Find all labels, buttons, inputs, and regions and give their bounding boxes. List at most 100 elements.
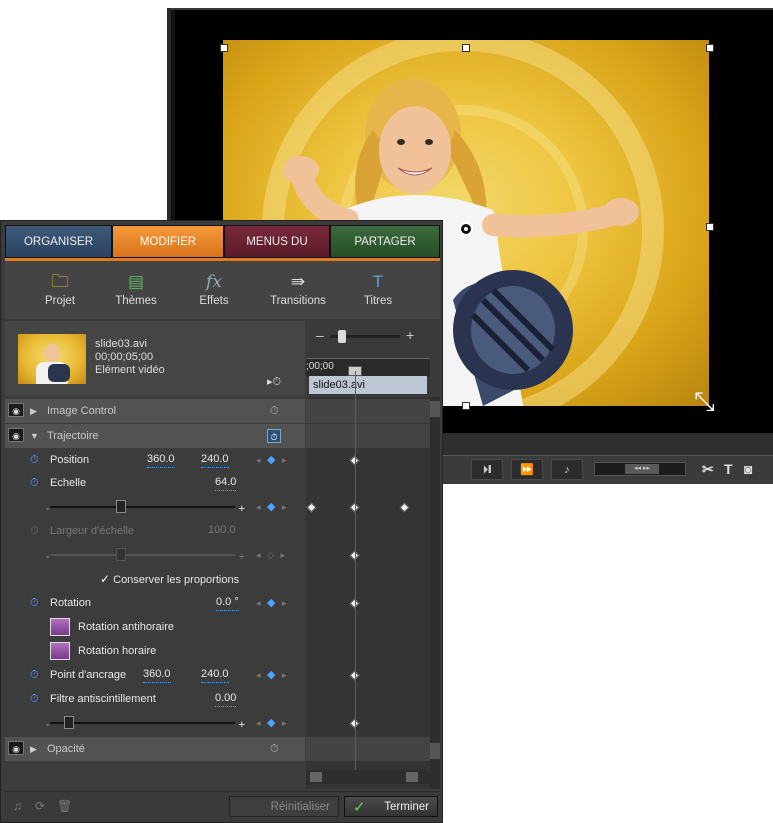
fast-forward-button[interactable]: ⏩ [511, 459, 543, 480]
keyframe-timeline: – + ;00;00 slide03.avi [306, 321, 440, 396]
tab-bar: ORGANISER MODIFIER MENUS DU DISQUE PARTA… [5, 225, 440, 281]
scissors-icon[interactable]: ✂ [702, 461, 714, 478]
rotate-ccw-icon[interactable] [50, 618, 70, 636]
rotate-cw-label[interactable]: Rotation horaire [78, 639, 156, 663]
zoom-in-button[interactable]: + [406, 327, 414, 343]
tab-partager[interactable]: PARTAGER [330, 225, 440, 258]
done-button[interactable]: ✓ Terminer [344, 796, 438, 817]
filtre-slider[interactable]: - + [46, 716, 245, 731]
keyframe-nav[interactable]: ◂ ◆ ▸ [256, 711, 289, 735]
expand-arrow-icon[interactable]: ▶ [30, 737, 37, 761]
audio-icon[interactable]: ♫ [13, 799, 22, 813]
stopwatch-icon[interactable]: ⏱ [30, 448, 39, 472]
section-opacite[interactable]: ◉ ▶ Opacité ⏱ [5, 737, 305, 761]
tab-organiser[interactable]: ORGANISER [5, 225, 112, 258]
tool-effets[interactable]: fx Effets [179, 271, 249, 307]
keyframe-diamond[interactable] [399, 502, 410, 513]
stopwatch-icon[interactable]: ⏱ [270, 399, 279, 423]
text-tool-icon[interactable]: T [724, 461, 733, 477]
stopwatch-active-icon[interactable]: ⏱ [267, 429, 281, 443]
rotate-cw-icon[interactable] [50, 642, 70, 660]
handle-top-middle[interactable] [462, 44, 470, 52]
keyframe-lane[interactable] [306, 397, 430, 789]
conserver-checkbox[interactable]: ✓ Conserver les proportions [100, 567, 239, 592]
echelle-value[interactable]: 64.0 [215, 474, 237, 491]
ancrage-x-value[interactable]: 360.0 [143, 666, 171, 683]
tool-titres[interactable]: T Titres [343, 271, 413, 307]
section-image-control[interactable]: ◉ ▶ Image Control ⏱ [5, 399, 305, 423]
scroll-right-button[interactable] [406, 772, 418, 782]
volume-button[interactable]: ♪ [551, 459, 583, 480]
row-echelle: ⏱ Echelle 64.0 [5, 471, 305, 495]
keyframe-nav[interactable]: ◂ ◆ ▸ [256, 495, 289, 519]
eye-icon[interactable]: ◉ [8, 741, 24, 755]
handle-top-right[interactable] [706, 44, 714, 52]
horizontal-scrollbar[interactable] [306, 770, 430, 784]
shuttle-slider[interactable]: ◂◂ ▸▸ [594, 462, 686, 476]
eye-icon[interactable]: ◉ [8, 403, 24, 417]
tool-projet[interactable]: 🗀 Projet [25, 271, 95, 307]
stopwatch-icon[interactable]: ⏱ [30, 687, 39, 711]
tab-modifier[interactable]: MODIFIER [112, 225, 224, 258]
rotate-ccw-label[interactable]: Rotation antihoraire [78, 615, 174, 639]
row-rot-anti[interactable]: Rotation antihoraire [5, 615, 305, 639]
tool-label: Effets [199, 295, 229, 307]
play-stopwatch-icon[interactable]: ▸⏱ [267, 375, 281, 389]
stopwatch-icon[interactable]: ⏱ [30, 663, 39, 687]
keyframe-nav[interactable]: ◂ ◆ ▸ [256, 663, 289, 687]
scroll-down-button[interactable] [430, 743, 440, 759]
keyframe-diamond[interactable] [306, 502, 317, 513]
slider-min: - [46, 503, 50, 515]
rotation-value[interactable]: 0.0 ° [216, 594, 239, 611]
stopwatch-icon[interactable]: ⏱ [30, 591, 39, 615]
stopwatch-icon[interactable]: ⏱ [270, 737, 279, 761]
tool-transitions[interactable]: ⇛ Transitions [263, 271, 333, 307]
expand-arrow-icon[interactable]: ▶ [30, 399, 37, 423]
position-y-value[interactable]: 240.0 [201, 451, 229, 468]
stopwatch-icon[interactable]: ⏱ [30, 471, 39, 495]
handle-middle-right[interactable] [706, 223, 714, 231]
row-filtre: ⏱ Filtre antiscintillement 0.00 [5, 687, 305, 711]
collapse-arrow-icon[interactable]: ▼ [30, 424, 39, 448]
time-ruler[interactable]: ;00;00 [306, 358, 430, 377]
ancrage-y-value[interactable]: 240.0 [201, 666, 229, 683]
keyframe-nav[interactable]: ◂ ◆ ▸ [256, 591, 289, 615]
keyframe-nav[interactable]: ◂ ◆ ▸ [256, 448, 289, 472]
tool-themes[interactable]: ▤ Thèmes [101, 271, 171, 307]
clip-thumbnail [18, 334, 86, 384]
zoom-knob[interactable] [338, 330, 346, 343]
playhead-line[interactable] [355, 371, 356, 784]
timeline-clip[interactable]: slide03.avi [309, 376, 427, 394]
slider-knob[interactable] [64, 716, 74, 729]
clip-duration: 00;00;05;00 [95, 351, 154, 363]
section-trajectoire[interactable]: ◉ ▼ Trajectoire ⏱ [5, 424, 305, 448]
row-position: ⏱ Position 360.0 240.0 ◂ ◆ ▸ [5, 448, 305, 472]
step-forward-button[interactable]: ⏵❙ [471, 459, 503, 480]
scroll-up-button[interactable] [430, 401, 440, 417]
refresh-icon[interactable]: ⟳ [35, 799, 45, 813]
filtre-value[interactable]: 0.00 [215, 690, 237, 707]
slider-knob[interactable] [116, 500, 126, 513]
tab-menus-du-disque[interactable]: MENUS DU DISQUE [224, 225, 330, 281]
row-rot-horaire[interactable]: Rotation horaire [5, 639, 305, 663]
eye-icon[interactable]: ◉ [8, 428, 24, 442]
slider-max: + [238, 503, 245, 515]
largeur-label: Largeur d'échelle [50, 525, 135, 537]
zoom-out-button[interactable]: – [316, 327, 324, 343]
monitor-top-edge [167, 0, 773, 8]
anchor-point-icon[interactable] [459, 222, 473, 236]
scroll-left-button[interactable] [310, 772, 322, 782]
filtre-label: Filtre antiscintillement [50, 693, 156, 705]
handle-bottom-middle[interactable] [462, 402, 470, 410]
vertical-scrollbar[interactable] [430, 397, 440, 789]
camera-icon[interactable]: ◙ [744, 461, 752, 477]
echelle-slider[interactable]: - + [46, 500, 245, 515]
position-label: Position [50, 454, 90, 466]
shuttle-knob[interactable]: ◂◂ ▸▸ [625, 464, 659, 474]
handle-top-left[interactable] [220, 44, 228, 52]
trash-icon[interactable]: 🗑 [57, 799, 72, 813]
reset-button[interactable]: Réinitialiser [229, 796, 339, 817]
stopwatch-icon: ⏱ [30, 525, 39, 537]
position-x-value[interactable]: 360.0 [147, 451, 175, 468]
tool-label: Projet [44, 295, 76, 307]
